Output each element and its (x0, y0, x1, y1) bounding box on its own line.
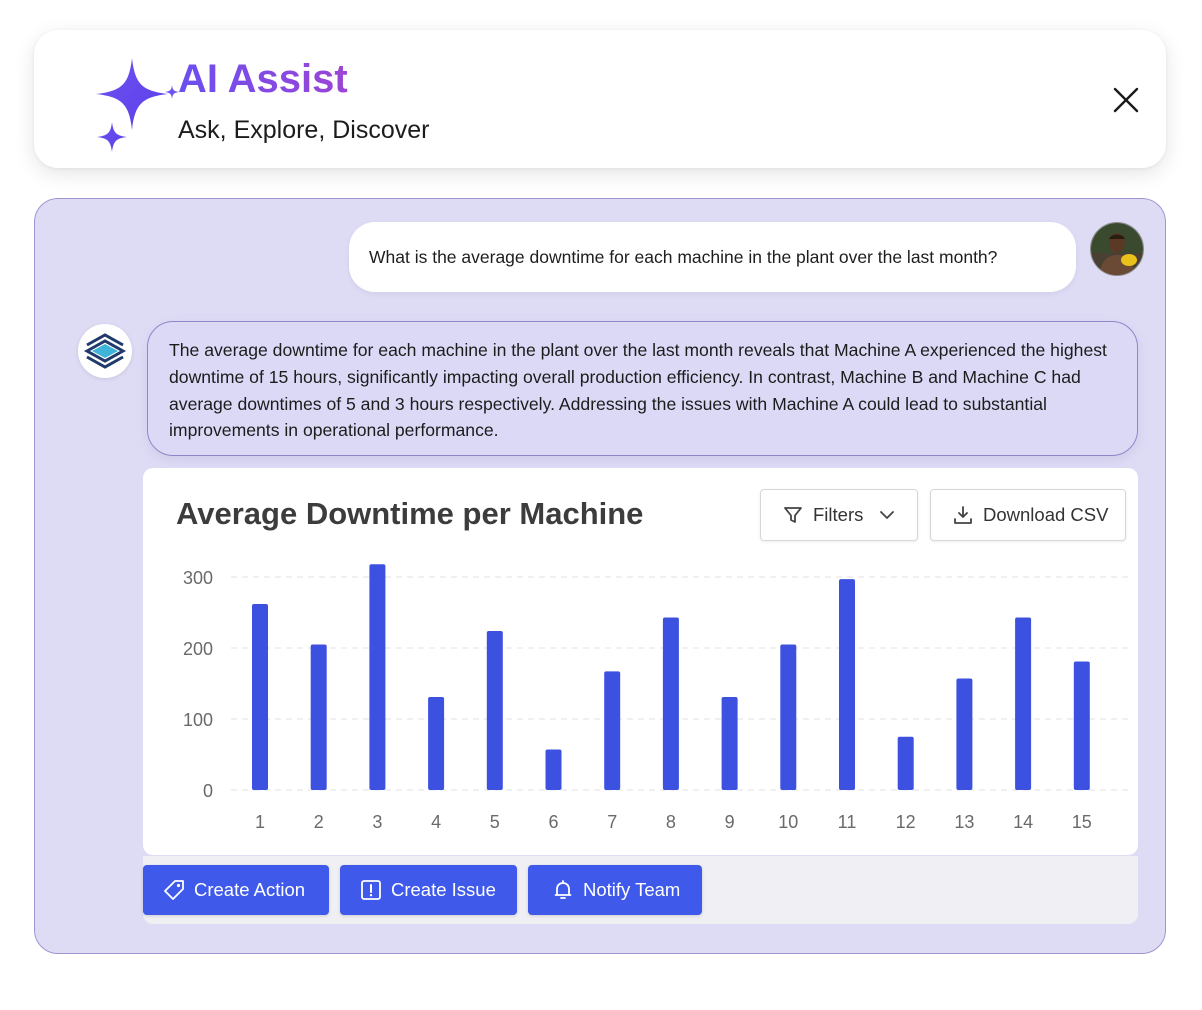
x-tick-label: 1 (255, 812, 265, 832)
bar-machine-3[interactable] (369, 564, 386, 790)
assistant-avatar (78, 324, 132, 378)
close-button[interactable] (1108, 82, 1144, 118)
x-tick-label: 3 (372, 812, 382, 832)
bar-chart: 01002003001 2 3 4 5 6 7 8 9 10 11 12 13 14 15 (183, 564, 1133, 832)
bar-machine-14[interactable] (1015, 617, 1032, 790)
assistant-message: The average downtime for each machine in… (147, 321, 1138, 456)
y-tick-label: 200 (183, 639, 213, 659)
x-tick-label: 2 (314, 812, 324, 832)
x-tick-label: 15 (1072, 812, 1092, 832)
create-issue-label: Create Issue (391, 879, 496, 900)
alert-square-icon (361, 880, 381, 900)
bell-icon (554, 880, 572, 899)
x-tick-label: 5 (490, 812, 500, 832)
bar-machine-9[interactable] (721, 696, 738, 790)
x-tick-label: 10 (778, 812, 798, 832)
bar-machine-11[interactable] (839, 579, 855, 790)
bar-machine-12[interactable] (897, 736, 914, 790)
tag-icon (164, 880, 184, 900)
bar-machine-8[interactable] (662, 617, 679, 790)
x-tick-label: 8 (666, 812, 676, 832)
x-tick-label: 14 (1013, 812, 1033, 832)
y-tick-label: 0 (203, 781, 213, 801)
chart-card: Average Downtime per Machine Filters Dow… (143, 468, 1138, 855)
user-avatar (1090, 222, 1144, 276)
bar-machine-10[interactable] (780, 644, 797, 790)
create-issue-button[interactable]: Create Issue (340, 865, 517, 915)
x-tick-label: 6 (548, 812, 558, 832)
bar-machine-13[interactable] (956, 678, 973, 790)
bar-machine-7[interactable] (604, 671, 621, 790)
action-bar: Create Action Create Issue Notify Team (143, 856, 1138, 924)
x-tick-label: 13 (954, 812, 974, 832)
create-action-label: Create Action (194, 879, 306, 900)
x-tick-label: 11 (838, 812, 857, 832)
chat-panel: What is the average downtime for each ma… (34, 198, 1166, 954)
bar-machine-1[interactable] (252, 603, 268, 790)
create-action-button[interactable]: Create Action (143, 865, 329, 915)
notify-team-label: Notify Team (583, 879, 681, 900)
close-icon (1113, 87, 1139, 113)
notify-team-button[interactable]: Notify Team (528, 865, 702, 915)
user-message: What is the average downtime for each ma… (349, 222, 1076, 292)
bar-machine-5[interactable] (486, 630, 503, 790)
bar-machine-4[interactable] (428, 696, 445, 790)
header-card: AI Assist Ask, Explore, Discover (34, 30, 1166, 168)
x-tick-label: 9 (725, 812, 735, 832)
x-tick-label: 4 (431, 812, 441, 832)
y-tick-label: 100 (183, 710, 213, 730)
bar-machine-6[interactable] (545, 749, 562, 790)
y-tick-label: 300 (183, 568, 213, 588)
app-title: AI Assist (178, 54, 348, 104)
x-tick-label: 12 (896, 812, 916, 832)
bar-machine-15[interactable] (1073, 661, 1090, 790)
sparkles-icon (96, 58, 179, 152)
app-subtitle: Ask, Explore, Discover (178, 116, 430, 144)
bar-machine-2[interactable] (310, 644, 327, 790)
x-tick-label: 7 (607, 812, 617, 832)
layers-logo-icon (83, 333, 127, 369)
